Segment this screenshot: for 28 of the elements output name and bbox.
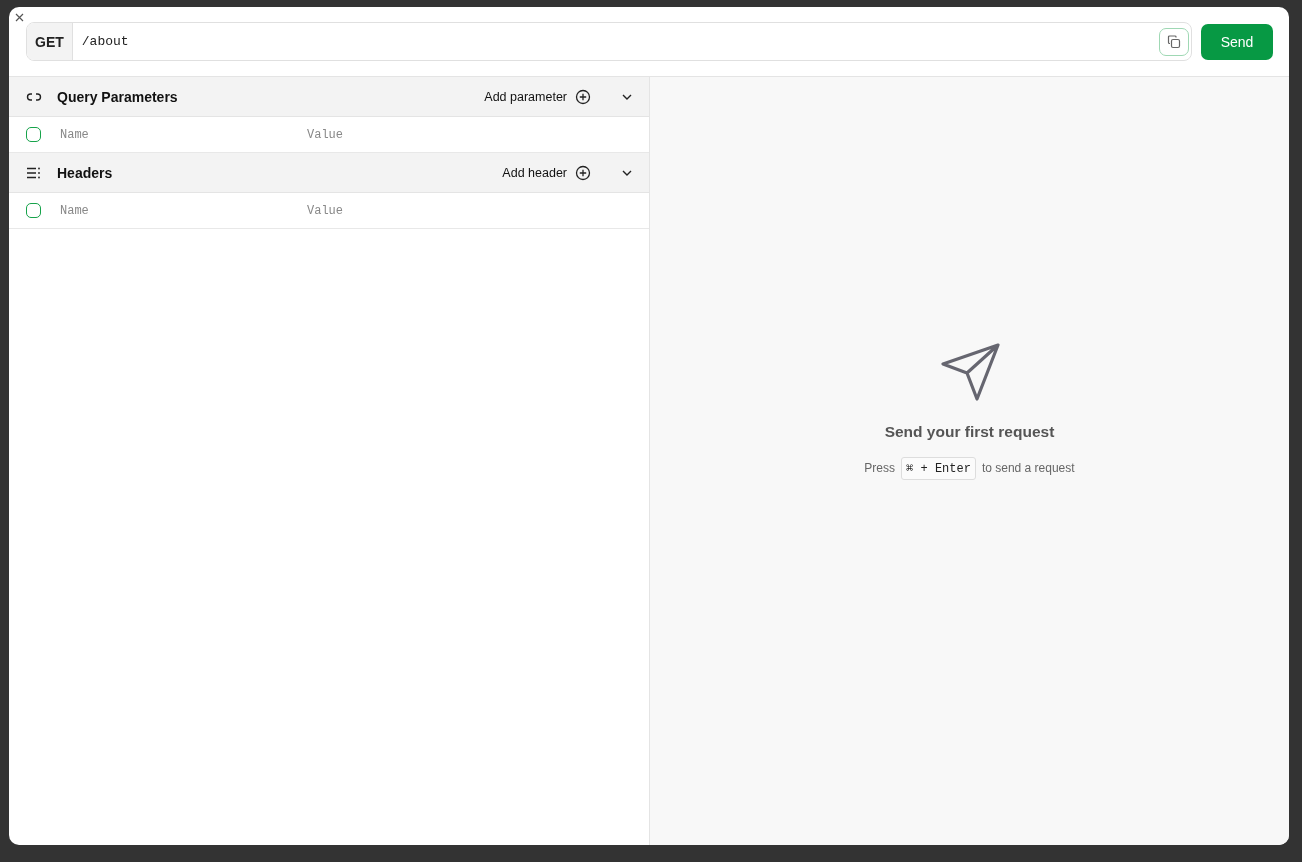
hint-text: to send a request — [981, 461, 1075, 475]
hint-text: Press — [864, 461, 896, 475]
copy-icon — [1167, 34, 1181, 49]
chevron-icon[interactable] — [621, 92, 633, 101]
name-field[interactable]: Name — [60, 127, 280, 142]
close-icon[interactable] — [14, 12, 25, 23]
section-title: Headers — [57, 164, 114, 181]
url-text: /about — [80, 34, 130, 49]
keyboard-shortcut: ⌘ + Enter — [901, 456, 976, 480]
checkbox[interactable] — [26, 127, 41, 142]
send-button[interactable]: Send — [1201, 23, 1273, 60]
name-field[interactable]: Name — [60, 203, 280, 218]
copy-button[interactable] — [1159, 27, 1189, 56]
list-icon — [26, 166, 42, 179]
url-field[interactable]: GET /about — [26, 22, 1192, 61]
paper-plane-icon — [940, 342, 1001, 403]
plus-circle-icon — [575, 164, 591, 181]
empty-state-title: Send your first request — [884, 422, 1055, 441]
method-selector[interactable]: GET — [27, 23, 73, 60]
value-field[interactable]: Value — [307, 203, 527, 218]
section-title: Query Parameters — [57, 88, 179, 105]
add-button[interactable]: Add header — [502, 164, 591, 181]
value-field[interactable]: Value — [307, 127, 527, 142]
chevron-icon[interactable] — [621, 168, 633, 177]
add-button[interactable]: Add parameter — [484, 88, 591, 105]
checkbox[interactable] — [26, 203, 41, 218]
link-icon — [26, 91, 42, 102]
plus-circle-icon — [575, 88, 591, 105]
